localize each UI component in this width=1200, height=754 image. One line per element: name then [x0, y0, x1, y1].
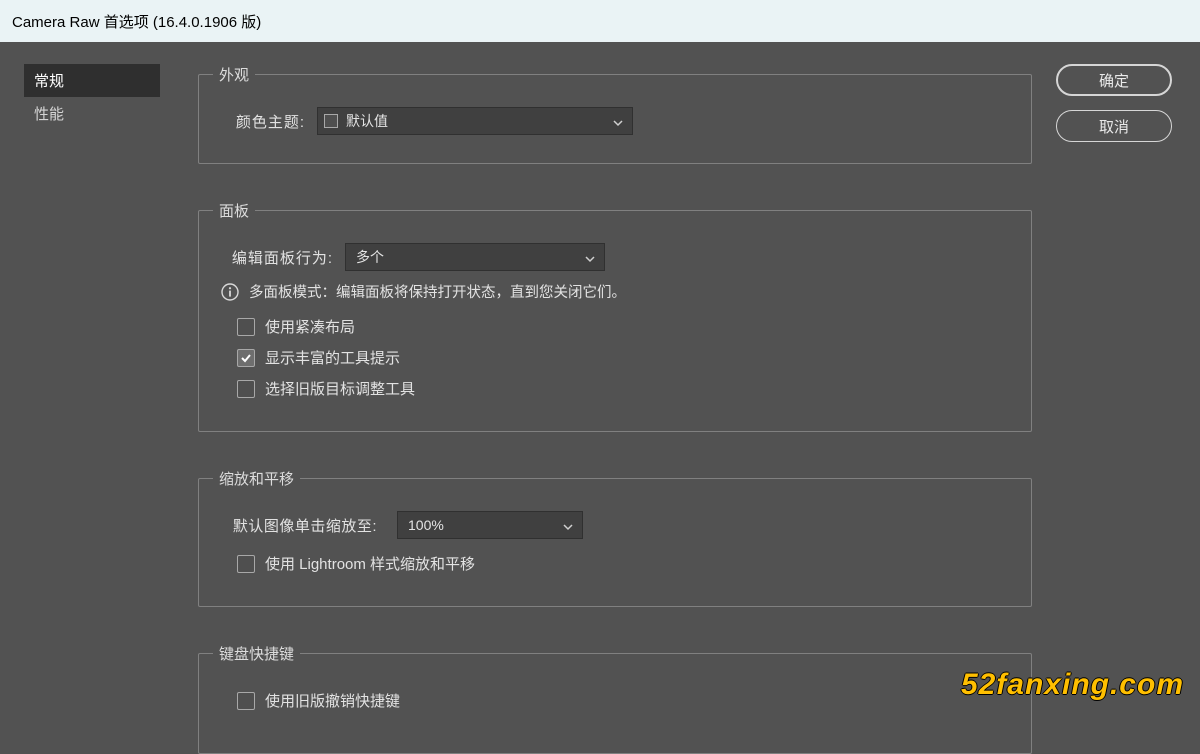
window-title: Camera Raw 首选项 (16.4.0.1906 版) [12, 11, 261, 32]
checkbox-label: 显示丰富的工具提示 [265, 347, 400, 368]
fieldset-appearance: 外观 颜色主题: 默认值 [198, 64, 1032, 164]
checkbox-label: 选择旧版目标调整工具 [265, 378, 415, 399]
chevron-down-icon [612, 116, 624, 132]
legend-keyboard: 键盘快捷键 [213, 643, 300, 664]
sidebar: 常规 性能 [24, 42, 160, 712]
info-row-multipanel: 多面板模式：编辑面板将保持打开状态，直到您关闭它们。 [221, 281, 1017, 302]
button-label: 取消 [1099, 119, 1129, 136]
label-color-theme: 颜色主题: [215, 111, 317, 132]
select-value: 100% [408, 517, 444, 533]
info-text: 多面板模式：编辑面板将保持打开状态，直到您关闭它们。 [249, 281, 626, 302]
content-pane: 外观 颜色主题: 默认值 面板 编辑面板行为: 多个 [160, 42, 1032, 712]
legend-zoom-pan: 缩放和平移 [213, 468, 300, 489]
fieldset-keyboard: 键盘快捷键 使用旧版撤销快捷键 [198, 643, 1032, 754]
button-column: 确定 取消 [1032, 42, 1200, 712]
select-edit-panel-behavior[interactable]: 多个 [345, 243, 605, 271]
checkbox-compact-layout[interactable] [237, 318, 255, 336]
chevron-down-icon [562, 520, 574, 536]
button-label: 确定 [1099, 73, 1129, 90]
checkbox-legacy-undo[interactable] [237, 692, 255, 710]
fieldset-zoom-pan: 缩放和平移 默认图像单击缩放至: 100% 使用 Lightroom 样式缩放和… [198, 468, 1032, 607]
theme-checkbox-icon [324, 114, 338, 128]
select-default-zoom[interactable]: 100% [397, 511, 583, 539]
label-edit-panel-behavior: 编辑面板行为: [215, 247, 345, 268]
checkbox-label: 使用紧凑布局 [265, 316, 355, 337]
checkbox-lightroom-zoom[interactable] [237, 555, 255, 573]
sidebar-item-general[interactable]: 常规 [24, 64, 160, 97]
select-value: 多个 [356, 247, 384, 267]
main-area: 常规 性能 外观 颜色主题: 默认值 面板 [0, 42, 1200, 712]
fieldset-panel: 面板 编辑面板行为: 多个 多面板模式：编辑面板将保持打开状态，直到您关闭它们。 [198, 200, 1032, 432]
sidebar-item-label: 性能 [34, 106, 64, 123]
label-default-zoom: 默认图像单击缩放至: [215, 515, 397, 536]
checkbox-legacy-target-tool[interactable] [237, 380, 255, 398]
sidebar-item-performance[interactable]: 性能 [24, 97, 160, 130]
checkbox-label: 使用旧版撤销快捷键 [265, 690, 400, 711]
legend-panel: 面板 [213, 200, 255, 221]
cancel-button[interactable]: 取消 [1056, 110, 1172, 142]
checkbox-rich-tooltips[interactable] [237, 349, 255, 367]
checkbox-label: 使用 Lightroom 样式缩放和平移 [265, 553, 475, 574]
ok-button[interactable]: 确定 [1056, 64, 1172, 96]
sidebar-item-label: 常规 [34, 73, 64, 90]
select-value: 默认值 [346, 111, 388, 131]
info-icon [221, 283, 239, 301]
chevron-down-icon [584, 252, 596, 268]
select-color-theme[interactable]: 默认值 [317, 107, 633, 135]
watermark-text: 52fanxing.com [961, 668, 1184, 702]
legend-appearance: 外观 [213, 64, 255, 85]
window-titlebar: Camera Raw 首选项 (16.4.0.1906 版) [0, 0, 1200, 42]
